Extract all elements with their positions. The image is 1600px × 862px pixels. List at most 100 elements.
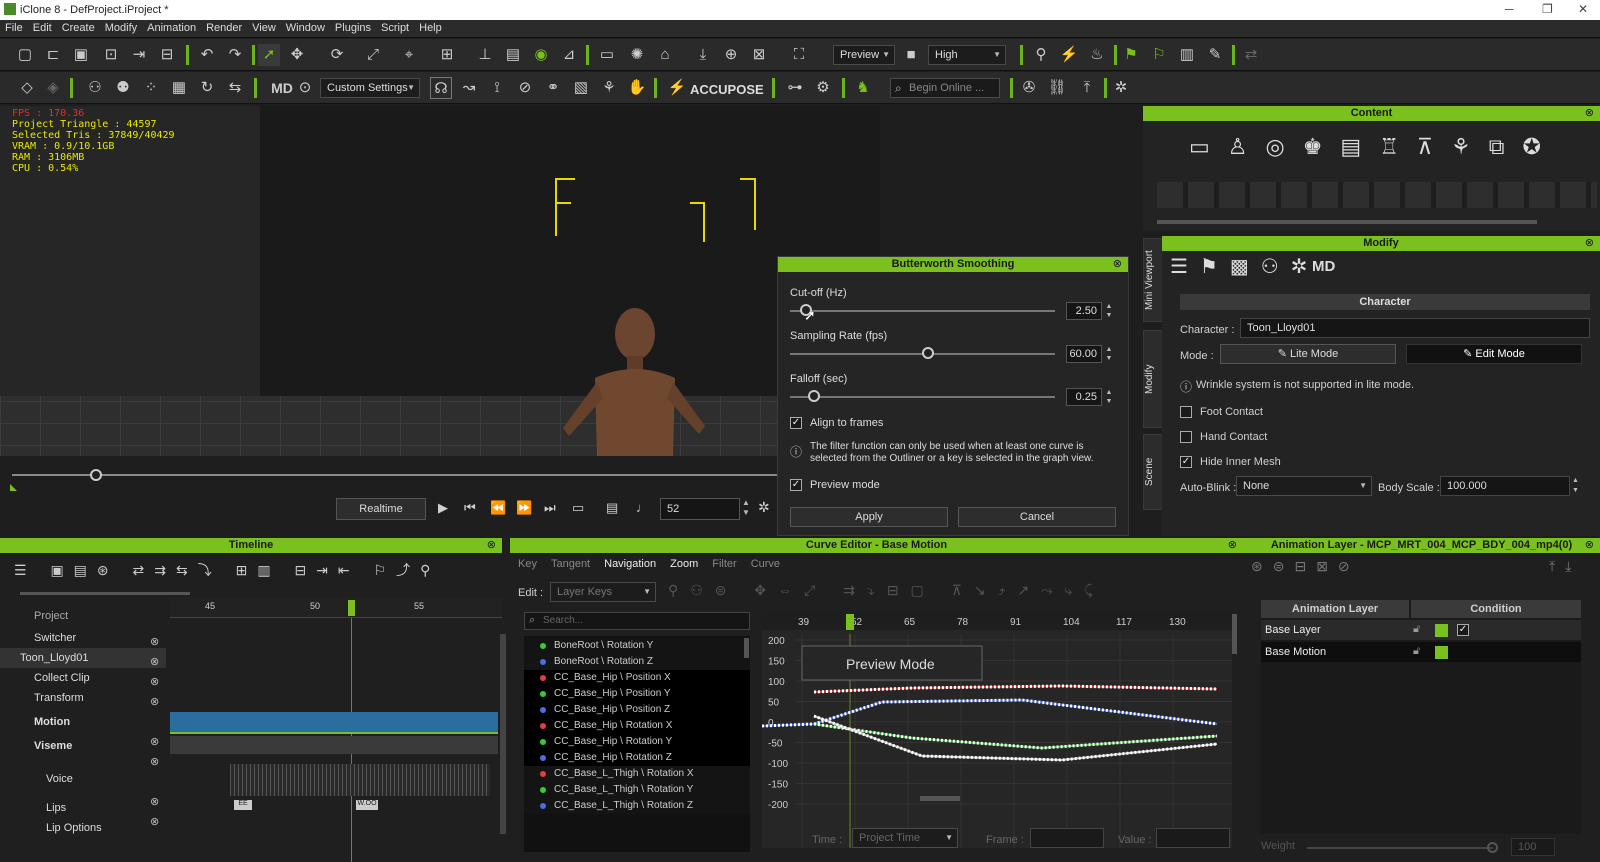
motion-icon[interactable]: ⚡	[1058, 44, 1080, 66]
curve-editor-close-icon[interactable]: ⊗	[1228, 538, 1237, 553]
play-icon[interactable]: ▶	[438, 500, 448, 516]
camera-frame-icon[interactable]: ⊠	[748, 44, 770, 66]
crowd-icon[interactable]: ⚇	[84, 77, 106, 99]
settings-gear-icon[interactable]: ✲	[758, 499, 770, 516]
dialog-close-icon[interactable]: ⊗	[1113, 257, 1122, 272]
frame-icon[interactable]: ⊕	[720, 44, 742, 66]
character-section-header[interactable]: Character	[1180, 294, 1590, 310]
menu-modify[interactable]: Modify	[100, 20, 142, 36]
tab-tangent[interactable]: Tangent	[551, 558, 590, 570]
foot-contact-checkbox[interactable]	[1180, 406, 1192, 418]
layout-icon[interactable]: ▤	[502, 44, 524, 66]
flag-icon[interactable]: ⚐	[1148, 44, 1170, 66]
minimize-icon[interactable]: ─	[1505, 2, 1514, 16]
tool-icon[interactable]: ✎	[1204, 44, 1226, 66]
curve-list-item[interactable]: CC_Base_Hip \ Position X	[524, 670, 750, 686]
scale-icon[interactable]: ⤢	[362, 44, 384, 66]
content-close-icon[interactable]: ⊗	[1585, 106, 1594, 121]
subtitle-icon[interactable]: ▤	[606, 500, 618, 516]
sampling-slider-knob[interactable]	[922, 347, 934, 359]
upload-icon[interactable]: ⤒	[1076, 77, 1098, 99]
graph-h-scrollbar[interactable]	[920, 796, 960, 801]
cancel-button[interactable]: Cancel	[958, 507, 1116, 527]
timeline-scrollbar[interactable]	[500, 634, 506, 834]
menu-edit[interactable]: Edit	[28, 20, 57, 36]
frame-spinner[interactable]: ▲ ▼	[742, 498, 750, 518]
layer-row-base-motion[interactable]: Base Motion	[1261, 642, 1581, 662]
plugin-icon[interactable]: ♞	[852, 77, 874, 99]
modify-tab-icons[interactable]: ☰⚑▩⚇✲	[1170, 254, 1319, 279]
autoblink-dropdown[interactable]: None	[1236, 476, 1372, 496]
preview-mode-checkbox[interactable]: ✓	[790, 479, 802, 491]
bodyscale-spinner[interactable]: ▲ ▼	[1572, 476, 1579, 496]
gear-icon[interactable]: ✲	[1110, 77, 1132, 99]
curve-list-item[interactable]: CC_Base_L_Thigh \ Rotation X	[524, 766, 750, 782]
hands-icon[interactable]: ✋	[626, 77, 648, 99]
weight-input[interactable]: 100	[1511, 838, 1555, 856]
grid-icon[interactable]: ▦	[168, 77, 190, 99]
cutoff-slider-track[interactable]	[790, 310, 1055, 312]
content-thumbnail-strip[interactable]	[1157, 182, 1597, 208]
row-switcher[interactable]: Switcher	[0, 628, 166, 648]
rig-icon[interactable]: ⊘	[514, 77, 536, 99]
layer-row-base-layer[interactable]: Base Layer	[1261, 620, 1581, 640]
layer-color-swatch[interactable]	[1435, 624, 1448, 637]
tab-filter[interactable]: Filter	[712, 558, 736, 570]
move-icon[interactable]: ✥	[286, 44, 308, 66]
motion-clip[interactable]	[170, 712, 498, 734]
frame-field[interactable]	[1030, 828, 1104, 848]
curve-list-item[interactable]: CC_Base_Hip \ Rotation Z	[524, 750, 750, 766]
people-icon[interactable]: ⚭	[542, 77, 564, 99]
chain-icon[interactable]: ⛓	[1046, 77, 1068, 99]
menu-animation[interactable]: Animation	[142, 20, 201, 36]
eye-icon[interactable]: ◉	[530, 44, 552, 66]
row-lips[interactable]: Lips	[0, 798, 166, 818]
open-folder-icon[interactable]: ⊏	[42, 44, 64, 66]
layer-color-swatch[interactable]	[1435, 646, 1448, 659]
extra-icon[interactable]: ⇄	[1240, 44, 1262, 66]
character-name-field[interactable]: Toon_Lloyd01	[1240, 318, 1590, 338]
tab-zoom[interactable]: Zoom	[670, 558, 698, 570]
motion-edit-icon[interactable]: ⚙	[812, 77, 834, 99]
row-lip-options[interactable]: Lip Options	[0, 818, 166, 838]
scan-icon[interactable]: ⊶	[784, 77, 806, 99]
layer-move-icons[interactable]: ⤒⤓	[1549, 558, 1581, 575]
layer-condition-checkbox[interactable]: ✓	[1457, 624, 1469, 636]
curve-search-input[interactable]: ⌕ Search...	[524, 612, 750, 630]
row-voice[interactable]: Voice	[0, 762, 166, 798]
layer-toolbar-icons[interactable]: ⊛⊜⊟⊠⊘	[1251, 558, 1360, 575]
edit-mode-dropdown[interactable]: Layer Keys	[550, 582, 656, 602]
clipboard-icon[interactable]: ▥	[1176, 44, 1198, 66]
rotate-icon[interactable]: ⟳	[326, 44, 348, 66]
accupose-label[interactable]: ACCUPOSE	[690, 82, 764, 97]
custom-settings-dropdown[interactable]: Custom Settings	[320, 78, 420, 98]
timeline-zoom-bar[interactable]	[20, 592, 190, 595]
tab-modify[interactable]: Modify	[1143, 330, 1163, 428]
export-icon[interactable]: ⊡	[100, 44, 122, 66]
curve-list-scrollbar[interactable]	[744, 638, 749, 658]
import-icon[interactable]: ⇥	[128, 44, 150, 66]
menu-file[interactable]: File	[0, 20, 28, 36]
sampling-spinner[interactable]: ▲ ▼	[1104, 345, 1114, 363]
row-transform[interactable]: Transform	[0, 688, 166, 708]
falloff-spinner[interactable]: ▲ ▼	[1104, 388, 1114, 406]
tab-navigation[interactable]: Navigation	[604, 558, 656, 570]
weight-slider-knob[interactable]	[1487, 842, 1498, 853]
content-scrollbar[interactable]	[1157, 220, 1537, 224]
close-icon[interactable]: ✕	[1578, 2, 1588, 16]
next-frame-icon[interactable]: ⏩	[516, 500, 532, 516]
spin-icon[interactable]: ✇	[1018, 77, 1040, 99]
row-viseme[interactable]: Viseme	[0, 734, 166, 758]
3d-viewport[interactable]: FPS : 170.36 Project Triangle : 44597 Se…	[0, 106, 880, 538]
row-character[interactable]: Toon_Lloyd01	[0, 648, 166, 668]
viseme-track[interactable]	[170, 736, 498, 754]
quality-dropdown[interactable]: High	[928, 45, 1006, 65]
tab-curve[interactable]: Curve	[751, 558, 780, 570]
walk-icon[interactable]: ⚑	[1120, 44, 1142, 66]
curve-list-item[interactable]: CC_Base_Hip \ Rotation Y	[524, 734, 750, 750]
curve-list[interactable]: BoneRoot \ Rotation Y BoneRoot \ Rotation…	[524, 636, 750, 852]
lite-mode-button[interactable]: ✎ Lite Mode	[1220, 344, 1396, 364]
graph-v-scrollbar[interactable]	[1232, 614, 1237, 654]
curve-list-item[interactable]: CC_Base_Hip \ Position Z	[524, 702, 750, 718]
time-slider-knob[interactable]	[90, 469, 102, 481]
